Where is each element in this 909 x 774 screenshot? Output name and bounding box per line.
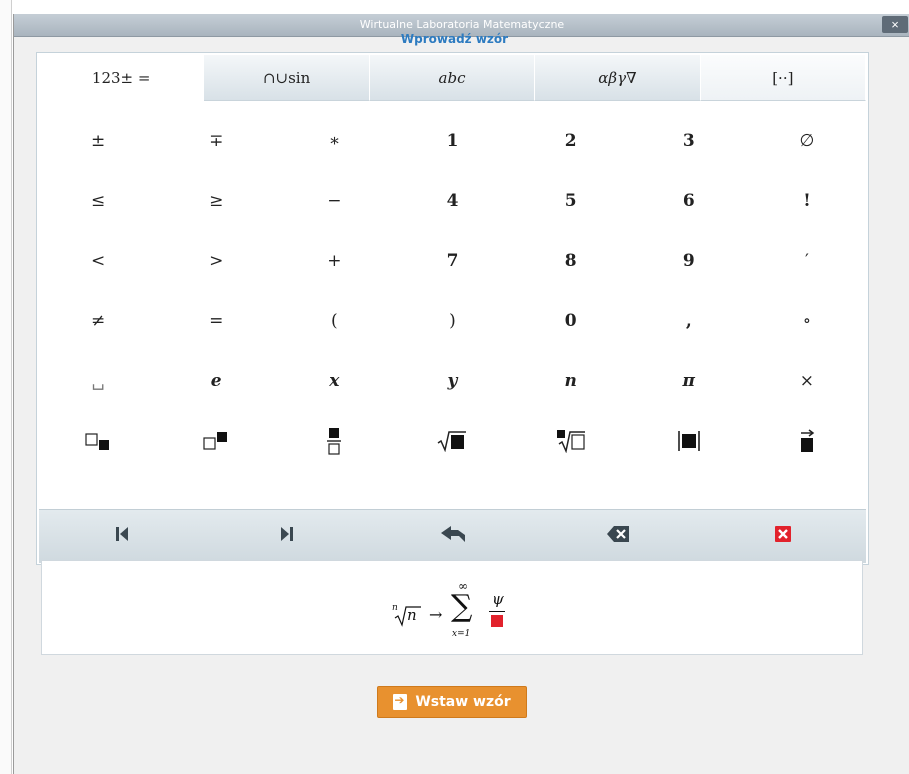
numerator: ψ <box>492 590 504 608</box>
key-5[interactable]: 5 <box>512 171 630 231</box>
key-9[interactable]: 9 <box>630 231 748 291</box>
key-e[interactable]: e <box>157 351 275 411</box>
math-keyboard: 123± = ∩∪sin abc αβγ∇ [··] ± ∓ ∗ 1 2 3 ∅… <box>36 52 869 565</box>
dialog-title: Wirtualne Laboratoria Matematyczne <box>359 18 565 31</box>
vector-template-icon[interactable] <box>748 411 866 471</box>
nth-root-template-icon[interactable] <box>512 411 630 471</box>
key-minus[interactable]: − <box>275 171 393 231</box>
cursor-toolbar <box>39 509 866 563</box>
key-not-equal[interactable]: ≠ <box>39 291 157 351</box>
key-pi[interactable]: π <box>630 351 748 411</box>
key-0[interactable]: 0 <box>512 291 630 351</box>
key-8[interactable]: 8 <box>512 231 630 291</box>
key-n[interactable]: n <box>512 351 630 411</box>
page-title: Wprowadź wzór <box>400 32 509 46</box>
superscript-template-icon[interactable] <box>157 411 275 471</box>
formula-preview[interactable]: n n → ∞ ∑ x=1 ψ <box>41 560 863 655</box>
key-left-paren[interactable]: ( <box>275 291 393 351</box>
fraction-line <box>489 611 505 612</box>
key-factorial[interactable]: ! <box>748 171 866 231</box>
key-greater-than[interactable]: > <box>157 231 275 291</box>
key-1[interactable]: 1 <box>393 111 511 171</box>
formula: n n → ∞ ∑ x=1 ψ <box>392 579 532 649</box>
insert-icon <box>393 693 408 710</box>
sum-lower: x=1 <box>452 629 471 639</box>
cursor-start-icon <box>114 525 130 548</box>
tab-numbers[interactable]: 123± = <box>39 55 205 101</box>
key-3[interactable]: 3 <box>630 111 748 171</box>
cursor-end-button[interactable] <box>204 510 369 563</box>
close-button[interactable]: × <box>882 16 908 33</box>
undo-icon <box>440 525 466 548</box>
key-right-paren[interactable]: ) <box>393 291 511 351</box>
key-comma[interactable]: , <box>630 291 748 351</box>
key-asterisk[interactable]: ∗ <box>275 111 393 171</box>
key-times[interactable]: × <box>748 351 866 411</box>
key-greater-equal[interactable]: ≥ <box>157 171 275 231</box>
key-4[interactable]: 4 <box>393 171 511 231</box>
key-less-equal[interactable]: ≤ <box>39 171 157 231</box>
key-plus-minus[interactable]: ± <box>39 111 157 171</box>
backspace-icon <box>606 525 630 548</box>
radicand: n <box>407 606 417 624</box>
undo-button[interactable] <box>370 510 535 563</box>
arrow: → <box>429 605 443 624</box>
key-6[interactable]: 6 <box>630 171 748 231</box>
clear-icon <box>774 525 792 548</box>
tab-letters[interactable]: abc <box>369 55 536 101</box>
abs-template-icon[interactable] <box>630 411 748 471</box>
key-2[interactable]: 2 <box>512 111 630 171</box>
key-equal[interactable]: = <box>157 291 275 351</box>
key-prime[interactable]: ′ <box>748 231 866 291</box>
insert-formula-button[interactable]: Wstaw wzór <box>377 686 527 718</box>
backspace-button[interactable] <box>535 510 700 563</box>
insert-formula-label: Wstaw wzór <box>415 694 511 710</box>
cursor-start-button[interactable] <box>39 510 204 563</box>
tab-functions[interactable]: ∩∪sin <box>204 55 370 101</box>
tab-greek[interactable]: αβγ∇ <box>535 55 701 101</box>
key-y[interactable]: y <box>393 351 511 411</box>
key-7[interactable]: 7 <box>393 231 511 291</box>
sum-sign: ∑ <box>451 589 473 624</box>
key-grid: ± ∓ ∗ 1 2 3 ∅ ≤ ≥ − 4 5 6 ! < > + 7 8 9 … <box>39 111 866 471</box>
key-x[interactable]: x <box>275 351 393 411</box>
key-plus[interactable]: + <box>275 231 393 291</box>
placeholder-box[interactable] <box>491 615 503 627</box>
tab-brackets[interactable]: [··] <box>700 55 867 101</box>
subscript-template-icon[interactable] <box>39 411 157 471</box>
background-window-edge <box>0 0 12 774</box>
cursor-end-icon <box>279 525 295 548</box>
key-less-than[interactable]: < <box>39 231 157 291</box>
key-space[interactable]: ␣ <box>39 351 157 411</box>
sqrt-template-icon[interactable] <box>393 411 511 471</box>
key-compose[interactable]: ∘ <box>748 291 866 351</box>
fraction-template-icon[interactable] <box>275 411 393 471</box>
key-empty-set[interactable]: ∅ <box>748 111 866 171</box>
keyboard-tabs: 123± = ∩∪sin abc αβγ∇ [··] <box>39 55 867 101</box>
key-minus-plus[interactable]: ∓ <box>157 111 275 171</box>
clear-button[interactable] <box>701 510 866 563</box>
